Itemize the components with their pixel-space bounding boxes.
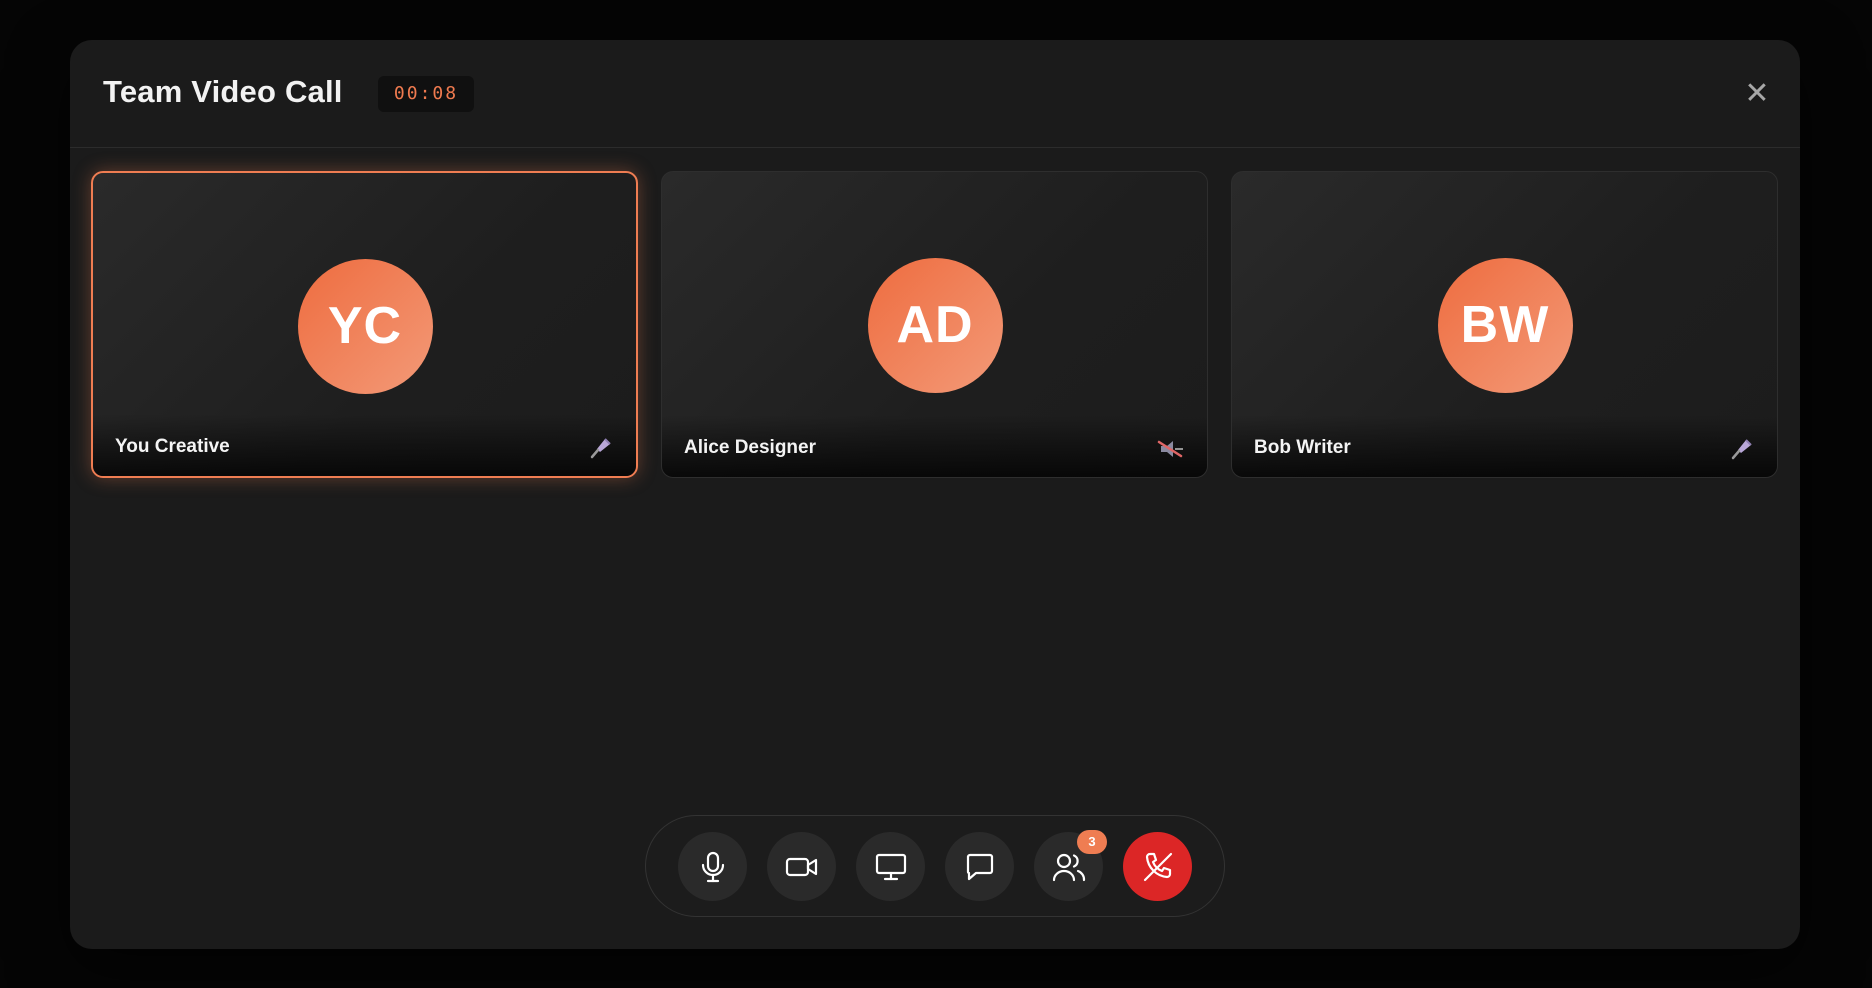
participant-tile-you[interactable]: YC You Creative [91,171,638,478]
avatar: AD [867,258,1003,393]
chat-button[interactable] [945,832,1014,901]
microphone-icon [588,436,614,460]
call-controls-bar: 3 [645,815,1225,917]
video-call-modal: Team Video Call 00:08 ✕ YC You Creative … [70,40,1800,949]
video-camera-icon [785,857,817,876]
participants-icon [1052,853,1085,881]
participants-count-badge: 3 [1077,830,1107,854]
share-screen-button[interactable] [856,832,925,901]
participant-name: Bob Writer [1254,437,1351,458]
participant-name: You Creative [115,436,230,457]
microphone-icon [701,851,724,882]
screen-share-icon [875,853,906,880]
call-title: Team Video Call [103,74,343,109]
end-call-button[interactable] [1123,832,1192,901]
chat-icon [966,853,993,880]
toggle-camera-button[interactable] [767,832,836,901]
muted-microphone-icon [1155,437,1185,461]
avatar: BW [1437,258,1573,393]
participant-tile-bob[interactable]: BW Bob Writer [1231,171,1778,478]
call-timer: 00:08 [378,76,474,112]
toggle-microphone-button[interactable] [678,832,747,901]
avatar: YC [297,259,433,394]
close-button[interactable]: ✕ [1742,79,1772,110]
modal-header: Team Video Call 00:08 ✕ [70,40,1800,148]
participant-tile-alice[interactable]: AD Alice Designer [661,171,1208,478]
participants-button[interactable]: 3 [1034,830,1107,901]
end-call-icon [1143,852,1172,881]
participant-name: Alice Designer [684,437,816,458]
microphone-icon [1729,437,1755,461]
